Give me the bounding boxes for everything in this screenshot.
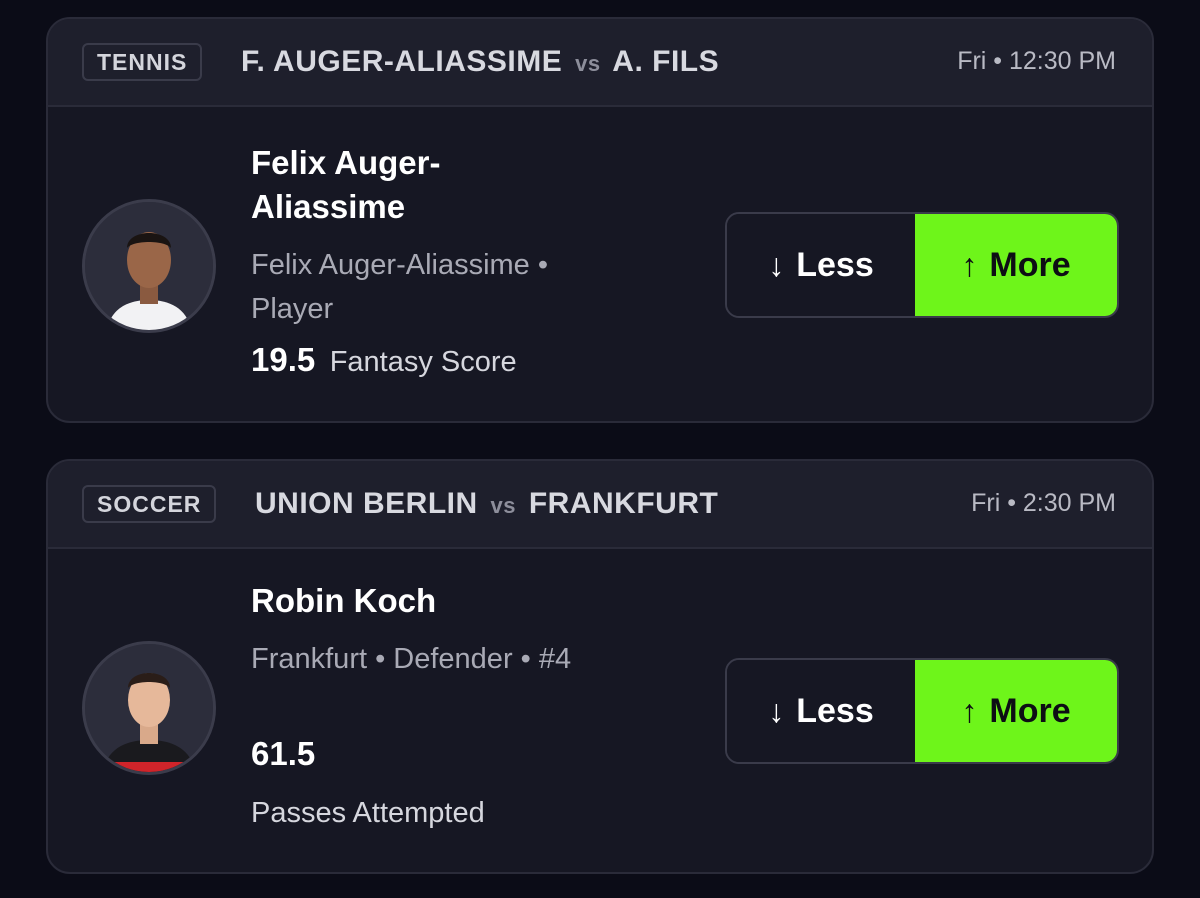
team-b: FRANKFURT	[528, 487, 719, 520]
more-label: More	[989, 245, 1071, 284]
pick-buttons: ↓ Less ↑ More	[725, 658, 1119, 764]
team-b: A. FILS	[612, 45, 720, 78]
stat-label: Fantasy Score	[329, 346, 517, 378]
team-a: F. AUGER-ALIASSIME	[241, 45, 563, 78]
player-avatar	[82, 199, 216, 333]
stat-label: Passes Attempted	[251, 797, 485, 829]
matchup: F. AUGER-ALIASSIME vs A. FILS	[241, 45, 719, 79]
pick-buttons: ↓ Less ↑ More	[725, 212, 1119, 318]
player-detail: Felix Auger-Aliassime • Player	[251, 249, 549, 325]
player-detail: Frankfurt • Defender • #4	[251, 643, 572, 675]
arrow-down-icon: ↓	[768, 246, 785, 283]
player-avatar	[82, 641, 216, 775]
player-name: Robin Koch	[251, 582, 437, 619]
arrow-up-icon: ↑	[961, 692, 978, 729]
projection-card: TENNIS F. AUGER-ALIASSIME vs A. FILS Fri…	[46, 17, 1154, 423]
player-name: Felix Auger-Aliassime	[251, 144, 441, 225]
card-header: TENNIS F. AUGER-ALIASSIME vs A. FILS Fri…	[48, 19, 1152, 107]
line-value: 19.5	[251, 341, 316, 378]
projection-line: 19.5 Fantasy Score	[251, 341, 517, 379]
projection-card: SOCCER UNION BERLIN vs FRANKFURT Fri • 2…	[46, 459, 1154, 874]
game-time: Fri • 12:30 PM	[957, 47, 1116, 75]
projection-line: 61.5	[251, 735, 315, 773]
more-button[interactable]: ↑ More	[915, 214, 1117, 316]
player-photo-icon	[85, 202, 213, 330]
arrow-up-icon: ↑	[961, 246, 978, 283]
team-a: UNION BERLIN	[255, 487, 478, 520]
game-time: Fri • 2:30 PM	[971, 489, 1116, 517]
less-button[interactable]: ↓ Less	[727, 660, 915, 762]
sport-badge: TENNIS	[82, 43, 203, 81]
less-label: Less	[796, 691, 874, 730]
player-photo-icon	[85, 644, 213, 772]
less-button[interactable]: ↓ Less	[727, 214, 915, 316]
matchup: UNION BERLIN vs FRANKFURT	[255, 487, 718, 521]
line-value: 61.5	[251, 735, 316, 772]
more-button[interactable]: ↑ More	[915, 660, 1117, 762]
vs-label: vs	[490, 493, 516, 518]
arrow-down-icon: ↓	[768, 692, 785, 729]
vs-label: vs	[575, 51, 601, 76]
card-header: SOCCER UNION BERLIN vs FRANKFURT Fri • 2…	[48, 461, 1152, 549]
more-label: More	[989, 691, 1071, 730]
sport-badge: SOCCER	[82, 485, 217, 523]
less-label: Less	[796, 245, 874, 284]
